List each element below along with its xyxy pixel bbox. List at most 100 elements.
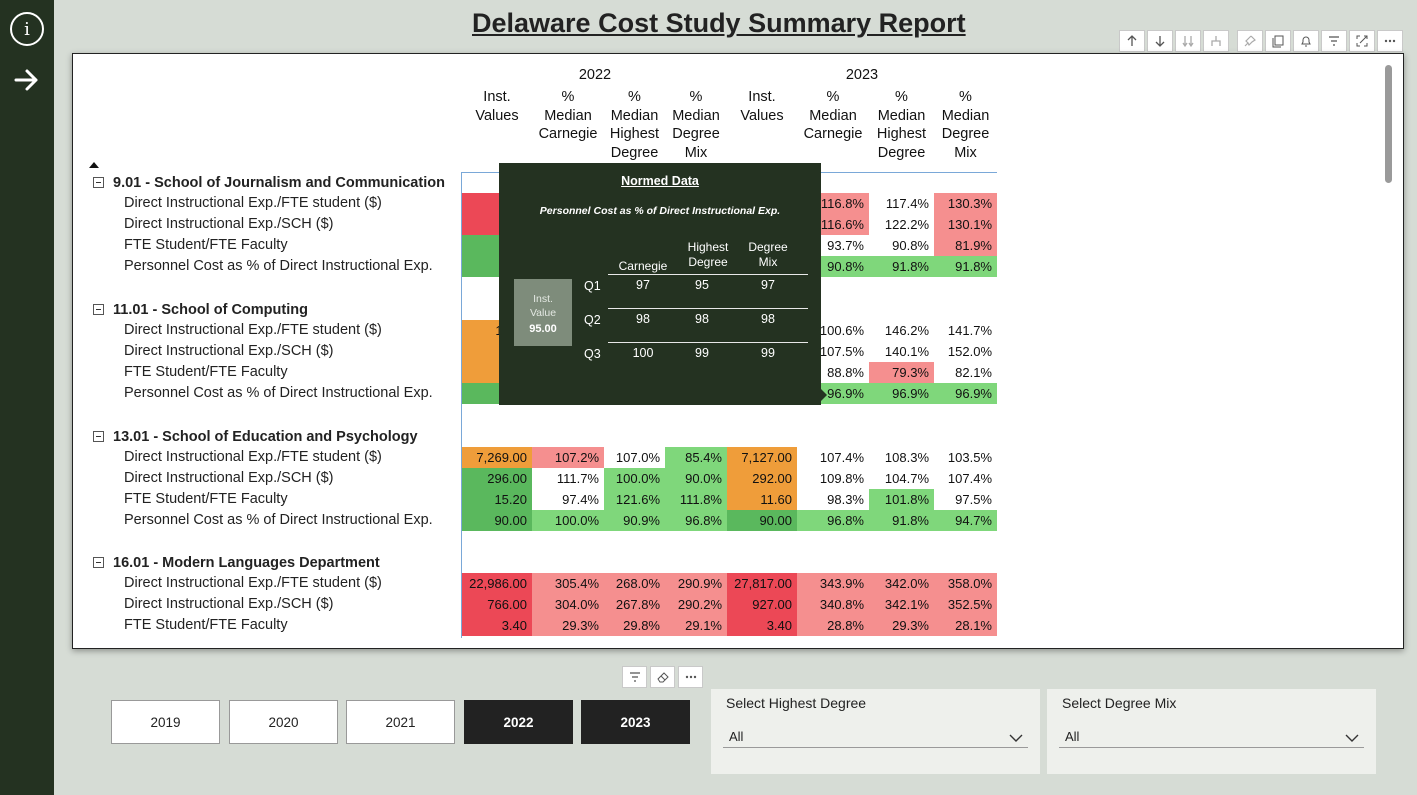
column-header[interactable]: % Median Degree Mix — [934, 88, 997, 163]
table-cell[interactable]: 107.0% — [604, 447, 665, 468]
table-cell[interactable]: 96.8% — [797, 510, 869, 531]
table-cell[interactable]: 117.4% — [869, 193, 934, 214]
sort-ascending-icon[interactable] — [89, 162, 99, 168]
arrow-down-icon[interactable] — [1147, 30, 1173, 52]
table-cell[interactable]: 290.9% — [665, 573, 727, 594]
year-button-2022[interactable]: 2022 — [464, 700, 573, 744]
table-cell[interactable]: 121.6% — [604, 489, 665, 510]
table-cell[interactable]: 766.00 — [462, 594, 532, 615]
year-button-2021[interactable]: 2021 — [346, 700, 455, 744]
table-cell[interactable]: 96.9% — [934, 383, 997, 404]
table-cell[interactable]: 27,817.00 — [727, 573, 797, 594]
table-cell[interactable]: 100.0% — [532, 510, 604, 531]
table-cell[interactable]: 29.8% — [604, 615, 665, 636]
table-cell[interactable]: 343.9% — [797, 573, 869, 594]
table-cell[interactable]: 290.2% — [665, 594, 727, 615]
table-cell[interactable]: 91.8% — [869, 510, 934, 531]
collapse-icon[interactable] — [93, 177, 104, 188]
arrow-right-icon[interactable] — [10, 63, 44, 97]
column-header[interactable]: Inst. Values — [727, 88, 797, 125]
table-cell[interactable]: 268.0% — [604, 573, 665, 594]
table-cell[interactable]: 7,269.00 — [462, 447, 532, 468]
table-cell[interactable]: 3.40 — [727, 615, 797, 636]
table-cell[interactable]: 90.8% — [869, 235, 934, 256]
filter-icon[interactable] — [1321, 30, 1347, 52]
year-button-2020[interactable]: 2020 — [229, 700, 338, 744]
table-cell[interactable]: 15.20 — [462, 489, 532, 510]
table-cell[interactable]: 100.0% — [604, 468, 665, 489]
info-icon[interactable]: i — [10, 12, 44, 46]
table-cell[interactable]: 90.0% — [665, 468, 727, 489]
table-cell[interactable]: 29.3% — [869, 615, 934, 636]
table-cell[interactable]: 342.1% — [869, 594, 934, 615]
table-cell[interactable]: 29.3% — [532, 615, 604, 636]
table-cell[interactable]: 358.0% — [934, 573, 997, 594]
year-button-2019[interactable]: 2019 — [111, 700, 220, 744]
table-cell[interactable]: 107.2% — [532, 447, 604, 468]
table-cell[interactable]: 81.9% — [934, 235, 997, 256]
table-cell[interactable]: 91.8% — [869, 256, 934, 277]
column-header[interactable]: % Median Carnegie — [532, 88, 604, 144]
collapse-icon[interactable] — [93, 304, 104, 315]
collapse-icon[interactable] — [93, 557, 104, 568]
arrow-up-icon[interactable] — [1119, 30, 1145, 52]
eraser-icon[interactable] — [650, 666, 675, 688]
table-cell[interactable]: 130.3% — [934, 193, 997, 214]
column-header[interactable]: % Median Carnegie — [797, 88, 869, 144]
table-cell[interactable]: 94.7% — [934, 510, 997, 531]
table-cell[interactable]: 267.8% — [604, 594, 665, 615]
table-cell[interactable]: 108.3% — [869, 447, 934, 468]
table-cell[interactable]: 927.00 — [727, 594, 797, 615]
table-cell[interactable]: 91.8% — [934, 256, 997, 277]
table-cell[interactable]: 130.1% — [934, 214, 997, 235]
table-cell[interactable]: 304.0% — [532, 594, 604, 615]
table-cell[interactable]: 90.9% — [604, 510, 665, 531]
double-arrow-down-icon[interactable] — [1175, 30, 1201, 52]
vertical-scrollbar[interactable] — [1385, 65, 1392, 183]
group-header[interactable]: 13.01 - School of Education and Psycholo… — [93, 426, 418, 447]
table-cell[interactable]: 352.5% — [934, 594, 997, 615]
bell-icon[interactable] — [1293, 30, 1319, 52]
pin-icon[interactable] — [1237, 30, 1263, 52]
table-cell[interactable]: 11.60 — [727, 489, 797, 510]
table-cell[interactable]: 96.9% — [869, 383, 934, 404]
table-cell[interactable]: 28.8% — [797, 615, 869, 636]
highest-degree-dropdown[interactable]: All — [723, 720, 1028, 748]
table-cell[interactable]: 292.00 — [727, 468, 797, 489]
filter-icon[interactable] — [622, 666, 647, 688]
table-cell[interactable]: 109.8% — [797, 468, 869, 489]
table-cell[interactable]: 90.00 — [727, 510, 797, 531]
table-cell[interactable]: 141.7% — [934, 320, 997, 341]
column-header[interactable]: Inst. Values — [462, 88, 532, 125]
table-cell[interactable]: 340.8% — [797, 594, 869, 615]
year-button-2023[interactable]: 2023 — [581, 700, 690, 744]
more-options-icon[interactable] — [678, 666, 703, 688]
table-cell[interactable]: 305.4% — [532, 573, 604, 594]
table-cell[interactable]: 28.1% — [934, 615, 997, 636]
table-cell[interactable]: 82.1% — [934, 362, 997, 383]
column-header[interactable]: % Median Highest Degree — [869, 88, 934, 163]
table-cell[interactable]: 79.3% — [869, 362, 934, 383]
table-cell[interactable]: 98.3% — [797, 489, 869, 510]
table-cell[interactable]: 107.4% — [797, 447, 869, 468]
group-header[interactable]: 11.01 - School of Computing — [93, 299, 308, 320]
table-cell[interactable]: 104.7% — [869, 468, 934, 489]
table-cell[interactable]: 97.4% — [532, 489, 604, 510]
collapse-icon[interactable] — [93, 431, 104, 442]
focus-mode-icon[interactable] — [1349, 30, 1375, 52]
copy-icon[interactable] — [1265, 30, 1291, 52]
table-cell[interactable]: 296.00 — [462, 468, 532, 489]
table-cell[interactable]: 140.1% — [869, 341, 934, 362]
table-cell[interactable]: 101.8% — [869, 489, 934, 510]
table-cell[interactable]: 85.4% — [665, 447, 727, 468]
table-cell[interactable]: 122.2% — [869, 214, 934, 235]
table-cell[interactable]: 107.4% — [934, 468, 997, 489]
table-cell[interactable]: 22,986.00 — [462, 573, 532, 594]
table-cell[interactable]: 103.5% — [934, 447, 997, 468]
table-cell[interactable]: 90.00 — [462, 510, 532, 531]
table-cell[interactable]: 111.8% — [665, 489, 727, 510]
group-header[interactable]: 9.01 - School of Journalism and Communic… — [93, 172, 445, 193]
table-cell[interactable]: 146.2% — [869, 320, 934, 341]
table-cell[interactable]: 96.8% — [665, 510, 727, 531]
table-cell[interactable]: 3.40 — [462, 615, 532, 636]
